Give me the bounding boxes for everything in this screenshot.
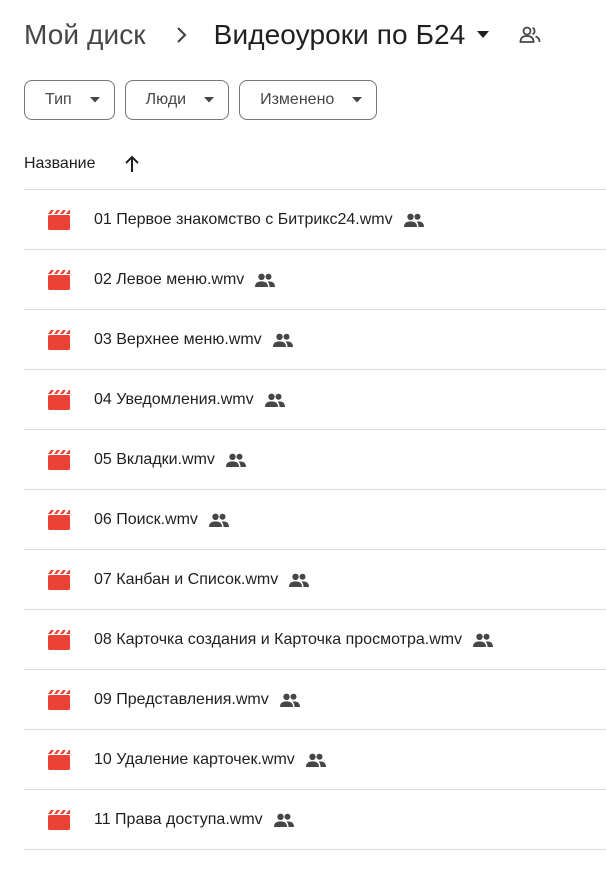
shared-people-icon [305, 753, 327, 767]
file-name: 07 Канбан и Список.wmv [94, 570, 279, 588]
shared-people-icon [472, 633, 494, 647]
video-file-icon [48, 269, 70, 290]
breadcrumb: Мой диск Видеоуроки по Б24 [24, 14, 541, 56]
shared-people-icon [225, 453, 247, 467]
breadcrumb-my-drive[interactable]: Мой диск [24, 19, 146, 51]
file-name: 10 Удаление карточек.wmv [94, 750, 295, 768]
filter-people-chip[interactable]: Люди [124, 80, 230, 120]
filter-modified-label: Изменено [260, 91, 335, 108]
shared-people-icon [254, 273, 276, 287]
shared-people-icon [264, 393, 286, 407]
video-file-icon [48, 209, 70, 230]
filter-bar: Тип Люди Изменено [24, 80, 378, 120]
file-row[interactable]: 06 Поиск.wmv [24, 490, 606, 550]
file-name: 04 Уведомления.wmv [94, 390, 254, 408]
chevron-right-icon [176, 26, 188, 44]
file-row[interactable]: 08 Карточка создания и Карточка просмотр… [24, 610, 606, 670]
video-file-icon [48, 329, 70, 350]
file-name: 08 Карточка создания и Карточка просмотр… [94, 630, 463, 648]
video-file-icon [48, 629, 70, 650]
file-row[interactable]: 05 Вкладки.wmv [24, 430, 606, 490]
file-name: 05 Вкладки.wmv [94, 450, 215, 468]
video-file-icon [48, 569, 70, 590]
file-row[interactable]: 11 Права доступа.wmv [24, 790, 606, 850]
caret-down-icon[interactable] [477, 31, 490, 39]
shared-people-icon [208, 513, 230, 527]
filter-type-label: Тип [45, 91, 72, 108]
file-name: 11 Права доступа.wmv [94, 810, 263, 828]
shared-people-icon [279, 693, 301, 707]
file-row[interactable]: 04 Уведомления.wmv [24, 370, 606, 430]
caret-down-icon [352, 97, 363, 103]
filter-modified-chip[interactable]: Изменено [239, 80, 378, 120]
file-name: 09 Представления.wmv [94, 690, 269, 708]
caret-down-icon [204, 97, 215, 103]
video-file-icon [48, 689, 70, 710]
sort-ascending-icon[interactable] [124, 155, 140, 173]
video-file-icon [48, 389, 70, 410]
shared-people-icon [273, 813, 295, 827]
file-row[interactable]: 02 Левое меню.wmv [24, 250, 606, 310]
shared-people-icon [288, 573, 310, 587]
file-name: 02 Левое меню.wmv [94, 270, 245, 288]
file-name: 06 Поиск.wmv [94, 510, 198, 528]
file-row[interactable]: 07 Канбан и Список.wmv [24, 550, 606, 610]
video-file-icon [48, 809, 70, 830]
file-list: 01 Первое знакомство с Битрикс24.wmv 02 … [24, 189, 606, 850]
video-file-icon [48, 449, 70, 470]
shared-folder-icon[interactable] [519, 26, 541, 44]
video-file-icon [48, 749, 70, 770]
filter-people-label: Люди [145, 91, 187, 108]
column-name-label: Название [24, 155, 96, 172]
file-row[interactable]: 03 Верхнее меню.wmv [24, 310, 606, 370]
video-file-icon [48, 509, 70, 530]
breadcrumb-current-folder[interactable]: Видеоуроки по Б24 [214, 19, 466, 51]
file-row[interactable]: 09 Представления.wmv [24, 670, 606, 730]
column-header-name[interactable]: Название [24, 144, 140, 184]
file-row[interactable]: 01 Первое знакомство с Битрикс24.wmv [24, 190, 606, 250]
shared-people-icon [403, 213, 425, 227]
file-name: 03 Верхнее меню.wmv [94, 330, 262, 348]
shared-people-icon [272, 333, 294, 347]
caret-down-icon [89, 97, 100, 103]
filter-type-chip[interactable]: Тип [24, 80, 115, 120]
file-name: 01 Первое знакомство с Битрикс24.wmv [94, 210, 393, 228]
file-row[interactable]: 10 Удаление карточек.wmv [24, 730, 606, 790]
